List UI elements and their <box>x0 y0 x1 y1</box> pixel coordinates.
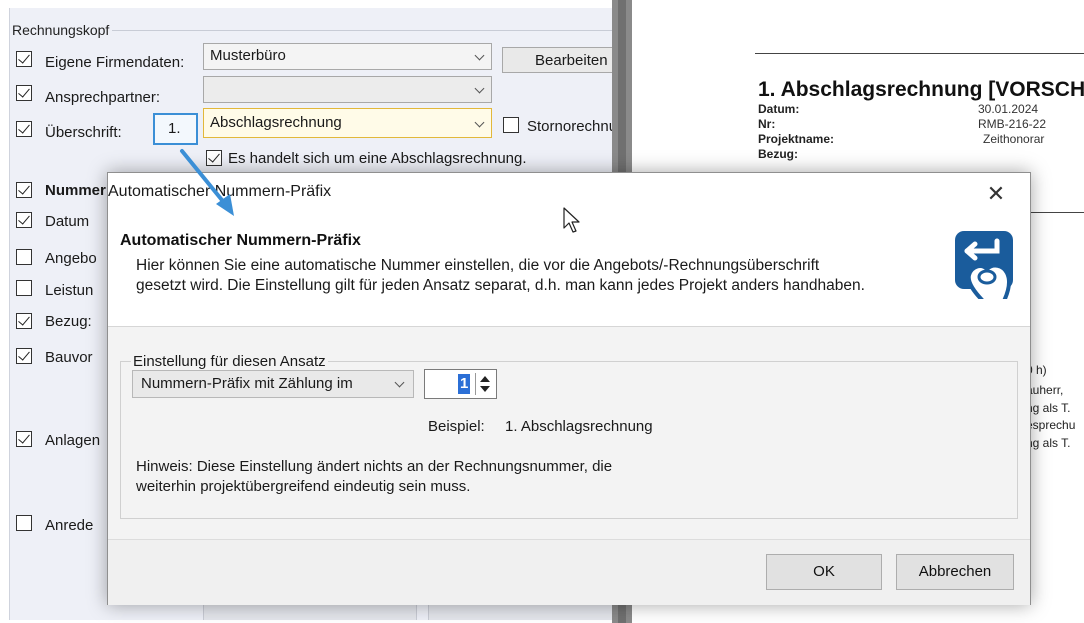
angebot-label: Angebo <box>45 250 97 267</box>
dialog-footer: OK Abbrechen <box>108 539 1030 605</box>
abschlag-checkbox[interactable] <box>206 150 222 166</box>
prefix-mode-select[interactable]: Nummern-Präfix mit Zählung im <box>132 370 414 398</box>
dialog-header-description: Hier können Sie eine automatische Nummer… <box>136 257 820 274</box>
spinner-value[interactable]: 1 <box>458 374 471 394</box>
dialog-titlebar[interactable]: Automatischer Nummern-Präfix ✕ <box>108 173 1030 215</box>
firmendaten-select[interactable]: Musterbüro <box>203 43 492 70</box>
hint-text: Hinweis: Diese Einstellung ändert nichts… <box>136 458 613 475</box>
number-prefix-dialog: Automatischer Nummern-Präfix ✕ Automatis… <box>107 172 1031 605</box>
doc-field-value: RMB-216-22 <box>978 117 1047 131</box>
edit-button[interactable]: Bearbeiten <box>502 47 612 73</box>
storno-checkbox[interactable] <box>503 117 519 133</box>
doc-field-value: Zeithonorar <box>983 132 1045 146</box>
ueberschrift-select-value: Abschlagsrechnung <box>210 114 342 131</box>
doc-field-key: Datum: <box>758 102 800 116</box>
anlagen-label: Anlagen <box>45 432 101 449</box>
firmendaten-checkbox[interactable] <box>16 51 32 67</box>
settings-legend: Einstellung für diesen Ansatz <box>133 353 326 370</box>
chevron-down-icon <box>394 377 405 388</box>
doc-text-fragment: esprechu <box>1026 418 1076 432</box>
ueberschrift-label: Überschrift: <box>45 124 122 141</box>
chevron-down-icon <box>474 117 485 128</box>
doc-text-fragment: auherr, <box>1026 383 1064 397</box>
doc-field-key: Bezug: <box>758 147 798 161</box>
datum-label: Datum <box>45 213 90 230</box>
doc-text-fragment: ng als T. <box>1026 401 1071 415</box>
spinner-up-icon[interactable] <box>480 376 490 382</box>
spinner-buttons[interactable] <box>475 373 493 395</box>
bezug-label: Bezug: <box>45 313 92 330</box>
ueberschrift-select[interactable]: Abschlagsrechnung <box>203 108 492 138</box>
edit-button-label: Bearbeiten <box>535 52 608 69</box>
dialog-header-description: gesetzt wird. Die Einstellung gilt für j… <box>136 277 865 294</box>
bauvorhaben-label: Bauvor <box>45 349 93 366</box>
angebot-checkbox[interactable] <box>16 249 32 265</box>
doc-field-key: Nr: <box>758 117 776 131</box>
nummer-checkbox[interactable] <box>16 182 32 198</box>
example-label: Beispiel: <box>428 418 485 435</box>
doc-mid-rule <box>1028 212 1084 213</box>
anrede-checkbox[interactable] <box>16 515 32 531</box>
number-prefix-box[interactable]: 1. <box>153 113 198 145</box>
firmendaten-select-value: Musterbüro <box>210 47 286 64</box>
dialog-title: Automatischer Nummern-Präfix <box>108 183 332 200</box>
chevron-down-icon <box>474 83 485 94</box>
storno-label: Stornorechnung <box>527 118 612 135</box>
cancel-button[interactable]: Abbrechen <box>896 554 1014 590</box>
keyboard-enter-touch-icon <box>941 223 1017 305</box>
bauvorhaben-checkbox[interactable] <box>16 348 32 364</box>
dialog-header: Automatischer Nummern-Präfix Hier können… <box>108 215 1030 327</box>
prefix-mode-value: Nummern-Präfix mit Zählung im <box>141 375 353 392</box>
ok-button[interactable]: OK <box>766 554 882 590</box>
group-title: Rechnungskopf <box>12 22 110 38</box>
spinner-down-icon[interactable] <box>480 386 490 392</box>
firmendaten-label: Eigene Firmendaten: <box>45 54 185 71</box>
doc-text-fragment: ng als T. <box>1026 436 1071 450</box>
ansprechpartner-checkbox[interactable] <box>16 85 32 101</box>
close-icon[interactable]: ✕ <box>979 179 1013 209</box>
doc-title: 1. Abschlagsrechnung [VORSCHAU] <box>758 78 1084 101</box>
group-divider <box>112 30 612 31</box>
prefix-number-spinner[interactable]: 1 <box>424 369 497 399</box>
nummer-label: Nummer <box>45 182 106 199</box>
number-prefix-value: 1. <box>168 120 181 137</box>
dialog-header-title: Automatischer Nummern-Präfix <box>120 232 361 249</box>
doc-top-rule <box>755 53 1084 54</box>
ansprechpartner-label: Ansprechpartner: <box>45 89 161 106</box>
chevron-down-icon <box>474 50 485 61</box>
leistung-label: Leistun <box>45 282 94 299</box>
leistung-checkbox[interactable] <box>16 280 32 296</box>
example-value: 1. Abschlagsrechnung <box>505 418 653 435</box>
abschlag-checkbox-label: Es handelt sich um eine Abschlagsrechnun… <box>228 150 527 167</box>
ueberschrift-checkbox[interactable] <box>16 121 32 137</box>
anrede-label: Anrede <box>45 517 94 534</box>
doc-field-value: 30.01.2024 <box>978 102 1039 116</box>
ansprechpartner-select[interactable] <box>203 76 492 103</box>
datum-checkbox[interactable] <box>16 212 32 228</box>
doc-field-key: Projektname: <box>758 132 835 146</box>
bezug-checkbox[interactable] <box>16 313 32 329</box>
hint-text: weiterhin projektübergreifend eindeutig … <box>136 478 471 495</box>
anlagen-checkbox[interactable] <box>16 431 32 447</box>
